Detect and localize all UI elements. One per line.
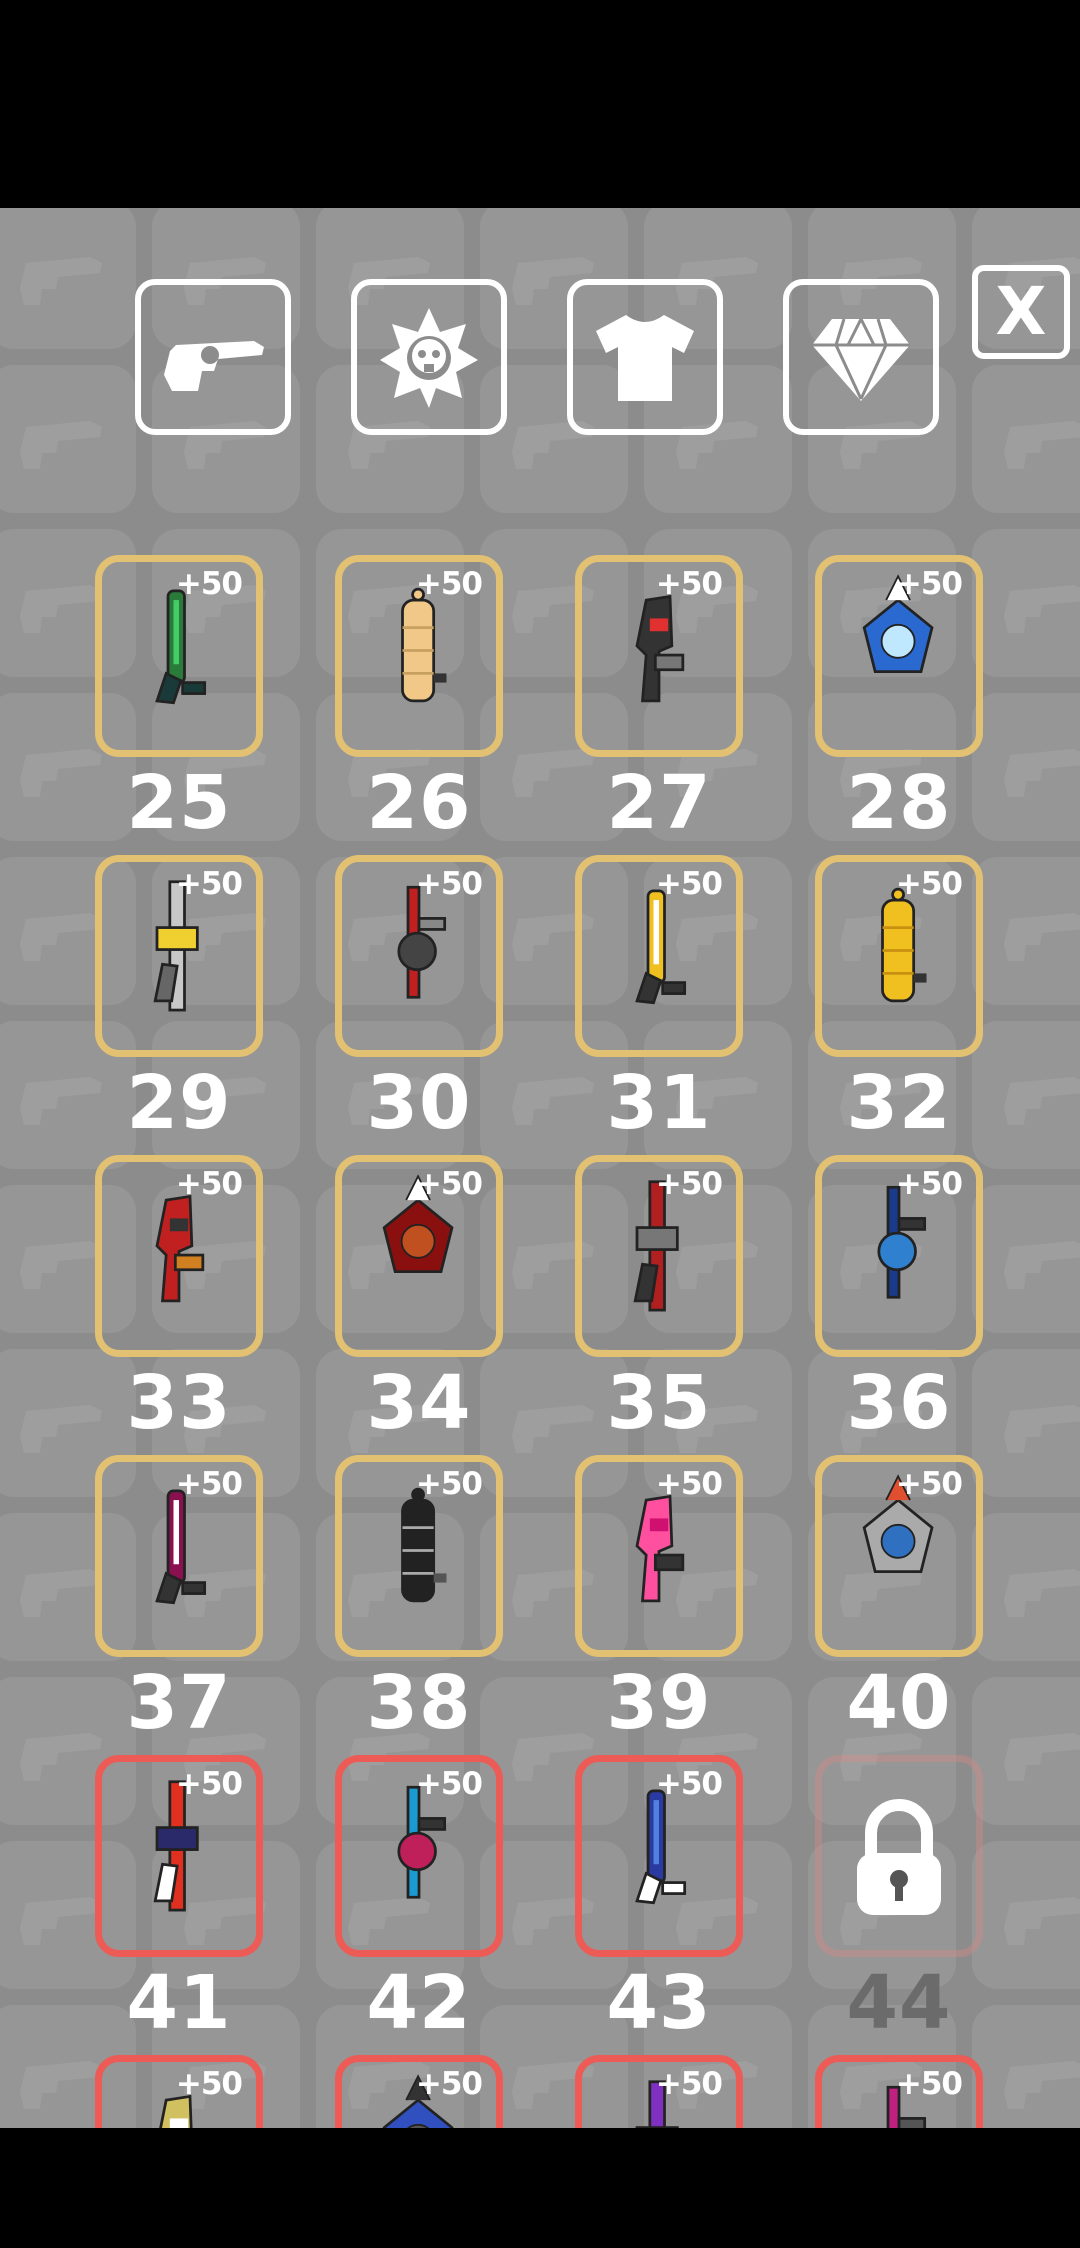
weapon-slot[interactable]: +50 (815, 1155, 983, 1357)
revolver-icon (164, 341, 264, 391)
skull-tab[interactable] (351, 279, 507, 435)
weapon-number: 33 (126, 1360, 232, 1446)
weapon-number: 37 (126, 1660, 232, 1746)
weapon-slot[interactable]: +50 (575, 1755, 743, 1957)
bonus-label: +50 (895, 2066, 963, 2102)
bonus-label: +50 (895, 866, 963, 902)
weapon-slot[interactable]: +50 (335, 1155, 503, 1357)
bonus-label: +50 (415, 866, 483, 902)
weapon-slot[interactable]: +50 (95, 855, 263, 1057)
close-button[interactable]: X (972, 265, 1070, 359)
weapon-slot[interactable]: +50 (335, 855, 503, 1057)
weapon-slot[interactable]: +50 (95, 1455, 263, 1657)
weapon-number: 34 (366, 1360, 472, 1446)
weapon-slot[interactable]: +50 (815, 555, 983, 757)
weapon-slot[interactable]: +50 (95, 555, 263, 757)
weapon-number: 40 (846, 1660, 952, 1746)
bonus-label: +50 (655, 1466, 723, 1502)
bonus-label: +50 (175, 566, 243, 602)
weapon-number: 31 (606, 1060, 712, 1146)
weapon-number: 30 (366, 1060, 472, 1146)
bonus-label: +50 (175, 2066, 243, 2102)
bonus-label: +50 (175, 1766, 243, 1802)
weapon-slot[interactable]: +50 (335, 555, 503, 757)
bonus-label: +50 (175, 1166, 243, 1202)
bonus-label: +50 (415, 2066, 483, 2102)
top-black-bar (0, 0, 1080, 208)
weapon-number: 32 (846, 1060, 952, 1146)
diamond-tab[interactable] (783, 279, 939, 435)
weapon-number: 27 (606, 760, 712, 846)
weapon-slot[interactable]: +50 (335, 1455, 503, 1657)
bonus-label: +50 (415, 566, 483, 602)
weapon-slot[interactable]: +50 (815, 2055, 983, 2128)
weapon-collection-screen: X +50 25 +50 26 +50 27 +50 28 +50 29 +50 30 (0, 208, 1080, 2128)
bonus-label: +50 (415, 1766, 483, 1802)
weapon-number: 26 (366, 760, 472, 846)
weapon-slot[interactable]: +50 (575, 1455, 743, 1657)
bonus-label: +50 (175, 1466, 243, 1502)
weapon-number: 43 (606, 1960, 712, 2046)
bonus-label: +50 (655, 1766, 723, 1802)
weapon-number: 28 (846, 760, 952, 846)
weapon-slot[interactable]: +50 (95, 1755, 263, 1957)
weapon-number: 44 (846, 1960, 952, 2046)
weapon-slot[interactable]: +50 (575, 855, 743, 1057)
weapon-slot[interactable]: +50 (95, 2055, 263, 2128)
weapon-slot[interactable]: +50 (815, 855, 983, 1057)
weapon-slot[interactable]: +50 (575, 2055, 743, 2128)
bonus-label: +50 (895, 566, 963, 602)
bonus-label: +50 (415, 1166, 483, 1202)
bonus-label: +50 (655, 1166, 723, 1202)
bonus-label: +50 (655, 866, 723, 902)
weapon-number: 36 (846, 1360, 952, 1446)
weapon-number: 41 (126, 1960, 232, 2046)
weapon-number: 42 (366, 1960, 472, 2046)
weapons-tab[interactable] (135, 279, 291, 435)
weapon-slot[interactable]: +50 (335, 2055, 503, 2128)
diamond-icon (812, 318, 910, 401)
bottom-black-bar (0, 2128, 1080, 2248)
bonus-label: +50 (655, 2066, 723, 2102)
lock-icon (857, 1799, 941, 1915)
bonus-label: +50 (175, 866, 243, 902)
weapon-slot[interactable]: +50 (815, 1455, 983, 1657)
weapon-slot[interactable]: +50 (575, 1155, 743, 1357)
shirt-tab[interactable] (567, 279, 723, 435)
weapon-number: 38 (366, 1660, 472, 1746)
weapon-number: 35 (606, 1360, 712, 1446)
weapon-number: 29 (126, 1060, 232, 1146)
bonus-label: +50 (895, 1166, 963, 1202)
weapon-slot[interactable]: +50 (95, 1155, 263, 1357)
skull-star-icon (380, 308, 478, 408)
weapon-number: 39 (606, 1660, 712, 1746)
shirt-icon (596, 315, 694, 401)
bonus-label: +50 (655, 566, 723, 602)
bonus-label: +50 (415, 1466, 483, 1502)
bonus-label: +50 (895, 1466, 963, 1502)
weapon-slot[interactable]: +50 (335, 1755, 503, 1957)
weapon-number: 25 (126, 760, 232, 846)
weapon-slot[interactable]: +50 (575, 555, 743, 757)
